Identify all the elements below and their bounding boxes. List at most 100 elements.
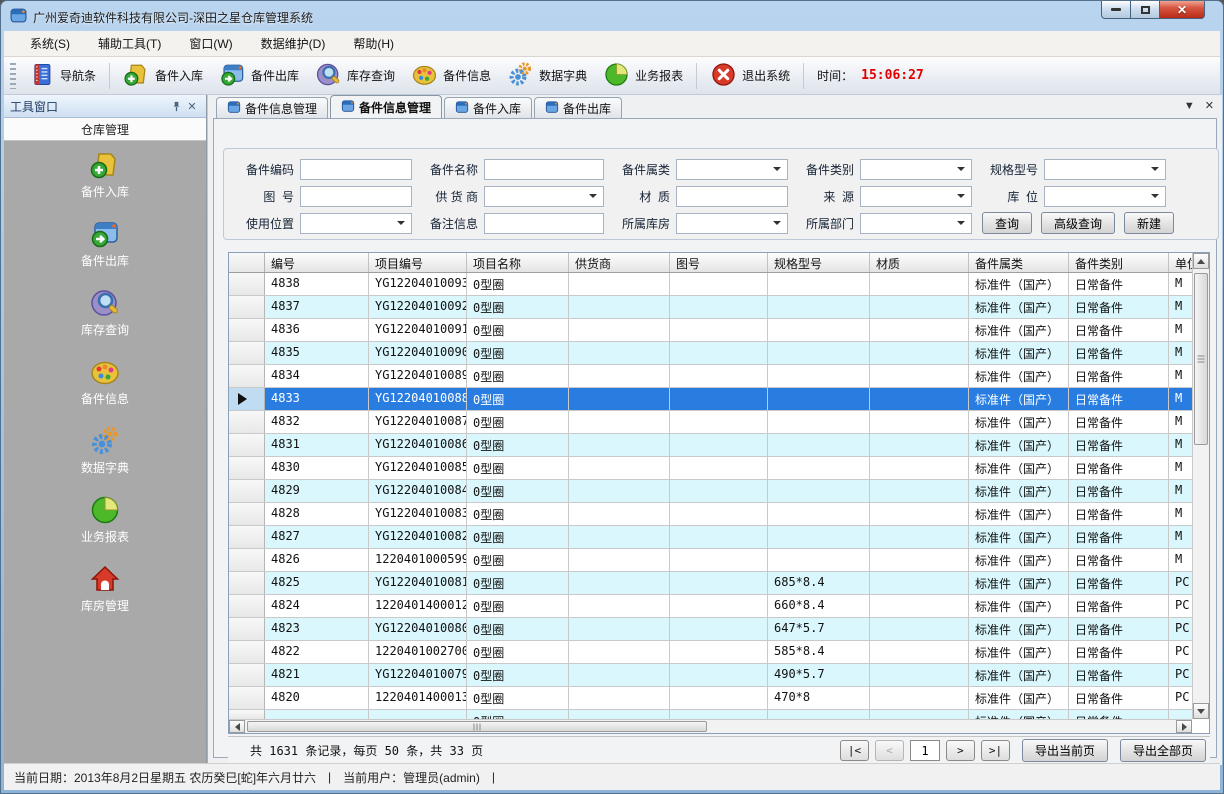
query-button[interactable]: 查询	[982, 212, 1032, 234]
row-selector-cell[interactable]	[229, 411, 265, 433]
scroll-down-button[interactable]	[1193, 703, 1209, 719]
row-selector-cell[interactable]	[229, 365, 265, 387]
table-row[interactable]: 4834YG122040100890型圈标准件（国产）日常备件M	[229, 365, 1192, 388]
table-row[interactable]: 4831YG122040100860型圈标准件（国产）日常备件M	[229, 434, 1192, 457]
table-row[interactable]: 4828YG122040100830型圈标准件（国产）日常备件M	[229, 503, 1192, 526]
table-row[interactable]: 4829YG122040100840型圈标准件（国产）日常备件M	[229, 480, 1192, 503]
first-page-button[interactable]: |<	[840, 740, 869, 761]
row-selector-cell[interactable]	[229, 641, 265, 663]
row-selector-cell[interactable]	[229, 480, 265, 502]
toolbar-button-parts-outbound[interactable]: 备件出库	[211, 58, 307, 94]
next-page-button[interactable]: >	[946, 740, 975, 761]
col-header-unit[interactable]: 单位	[1169, 253, 1193, 272]
maximize-button[interactable]	[1131, 1, 1160, 19]
source-select[interactable]	[860, 186, 972, 207]
table-row[interactable]: 4825YG122040100810型圈685*8.4标准件（国产）日常备件PC	[229, 572, 1192, 595]
row-selector-cell[interactable]	[229, 595, 265, 617]
row-selector-cell[interactable]	[229, 296, 265, 318]
toolbar-button-parts-info[interactable]: 备件信息	[403, 58, 499, 94]
table-row[interactable]: 482012204014000130型圈470*8标准件（国产）日常备件PC	[229, 687, 1192, 710]
sidebar-item-warehouse-management[interactable]: 库房管理	[4, 563, 206, 614]
tab-close-icon[interactable]: ✕	[1205, 99, 1214, 112]
sidebar-item-data-dictionary[interactable]: 数据字典	[4, 425, 206, 476]
col-header-material[interactable]: 材质	[870, 253, 969, 272]
advanced-query-button[interactable]: 高级查询	[1041, 212, 1115, 234]
col-header-id[interactable]: 编号	[265, 253, 369, 272]
toolbar-button-exit-system[interactable]: 退出系统	[702, 58, 798, 94]
sidebar-close-icon[interactable]: ✕	[184, 98, 200, 114]
toolbar-button-navigator[interactable]: 导航条	[20, 58, 104, 94]
table-row[interactable]: 482412204014000120型圈660*8.4标准件（国产）日常备件PC	[229, 595, 1192, 618]
col-header-supplier[interactable]: 供货商	[569, 253, 670, 272]
location-select[interactable]	[1044, 186, 1166, 207]
row-selector-cell[interactable]	[229, 457, 265, 479]
col-header-spec[interactable]: 规格型号	[768, 253, 870, 272]
minimize-button[interactable]	[1101, 1, 1131, 19]
vertical-scroll-thumb[interactable]	[1194, 273, 1208, 445]
sidebar-item-parts-outbound[interactable]: 备件出库	[4, 218, 206, 269]
row-selector-cell[interactable]	[229, 710, 265, 719]
remark-input[interactable]	[484, 213, 604, 234]
menu-item-1[interactable]: 辅助工具(T)	[86, 32, 173, 55]
row-selector-cell[interactable]	[229, 503, 265, 525]
row-selector-cell[interactable]	[229, 342, 265, 364]
row-selector-cell[interactable]	[229, 687, 265, 709]
toolbar-button-data-dictionary[interactable]: 数据字典	[499, 58, 595, 94]
tab-parts-inbound[interactable]: 备件入库	[444, 97, 532, 119]
title-bar[interactable]: 广州爱奇迪软件科技有限公司-深田之星仓库管理系统 ✕	[1, 1, 1223, 31]
toolbar-grip[interactable]	[10, 63, 16, 89]
export-all-pages-button[interactable]: 导出全部页	[1120, 739, 1206, 762]
row-selector-cell[interactable]	[229, 319, 265, 341]
vertical-scrollbar[interactable]	[1192, 253, 1209, 719]
use-position-select[interactable]	[300, 213, 412, 234]
part-name-input[interactable]	[484, 159, 604, 180]
scroll-up-button[interactable]	[1193, 253, 1209, 269]
table-row[interactable]: 4833YG122040100880型圈标准件（国产）日常备件M	[229, 388, 1192, 411]
close-button[interactable]: ✕	[1160, 1, 1205, 19]
menu-item-2[interactable]: 窗口(W)	[177, 32, 244, 55]
row-selector-cell[interactable]	[229, 388, 265, 410]
toolbar-button-inventory-query[interactable]: 库存查询	[307, 58, 403, 94]
tab-parts-info-management-2[interactable]: 备件信息管理	[330, 95, 442, 119]
supplier-select[interactable]	[484, 186, 604, 207]
tab-parts-info-management-1[interactable]: 备件信息管理	[216, 97, 328, 119]
table-row[interactable]: 4836YG122040100910型圈标准件（国产）日常备件M	[229, 319, 1192, 342]
last-page-button[interactable]: >|	[981, 740, 1010, 761]
table-row[interactable]: 482212204010027000型圈585*8.4标准件（国产）日常备件PC	[229, 641, 1192, 664]
row-selector-cell[interactable]	[229, 526, 265, 548]
new-button[interactable]: 新建	[1124, 212, 1174, 234]
row-selector-cell[interactable]	[229, 273, 265, 295]
table-row[interactable]: 482612204010005990型圈标准件（国产）日常备件M	[229, 549, 1192, 572]
sidebar-item-business-report[interactable]: 业务报表	[4, 494, 206, 545]
menu-item-0[interactable]: 系统(S)	[18, 32, 82, 55]
col-header-category[interactable]: 备件类别	[1069, 253, 1169, 272]
row-selector-cell[interactable]	[229, 618, 265, 640]
col-header-project-code[interactable]: 项目编号	[369, 253, 467, 272]
row-selector-cell[interactable]	[229, 572, 265, 594]
part-cat-select[interactable]	[860, 159, 972, 180]
table-row[interactable]: 4837YG122040100920型圈标准件（国产）日常备件M	[229, 296, 1192, 319]
horizontal-scroll-thumb[interactable]	[247, 721, 707, 732]
department-select[interactable]	[860, 213, 972, 234]
spec-model-select[interactable]	[1044, 159, 1166, 180]
menu-item-3[interactable]: 数据维护(D)	[249, 32, 338, 55]
table-row[interactable]: 4830YG122040100850型圈标准件（国产）日常备件M	[229, 457, 1192, 480]
col-header-drawing-no[interactable]: 图号	[670, 253, 768, 272]
col-header-project-name[interactable]: 项目名称	[467, 253, 569, 272]
part-attr-select[interactable]	[676, 159, 788, 180]
part-code-input[interactable]	[300, 159, 412, 180]
table-row[interactable]: 4835YG122040100900型圈标准件（国产）日常备件M	[229, 342, 1192, 365]
drawing-no-input[interactable]	[300, 186, 412, 207]
scroll-right-button[interactable]	[1176, 720, 1192, 733]
sidebar-item-parts-inbound[interactable]: 备件入库	[4, 149, 206, 200]
warehouse-select[interactable]	[676, 213, 788, 234]
horizontal-scrollbar[interactable]	[229, 719, 1192, 733]
scroll-left-button[interactable]	[229, 720, 245, 733]
toolbar-button-parts-inbound[interactable]: 备件入库	[115, 58, 211, 94]
menu-item-4[interactable]: 帮助(H)	[341, 32, 406, 55]
table-row[interactable]: 4838YG122040100930型圈标准件（国产）日常备件M	[229, 273, 1192, 296]
table-row[interactable]: 4827YG122040100820型圈标准件（国产）日常备件M	[229, 526, 1192, 549]
toolbar-button-business-report[interactable]: 业务报表	[595, 58, 691, 94]
col-header-attribute[interactable]: 备件属类	[969, 253, 1069, 272]
material-input[interactable]	[676, 186, 788, 207]
